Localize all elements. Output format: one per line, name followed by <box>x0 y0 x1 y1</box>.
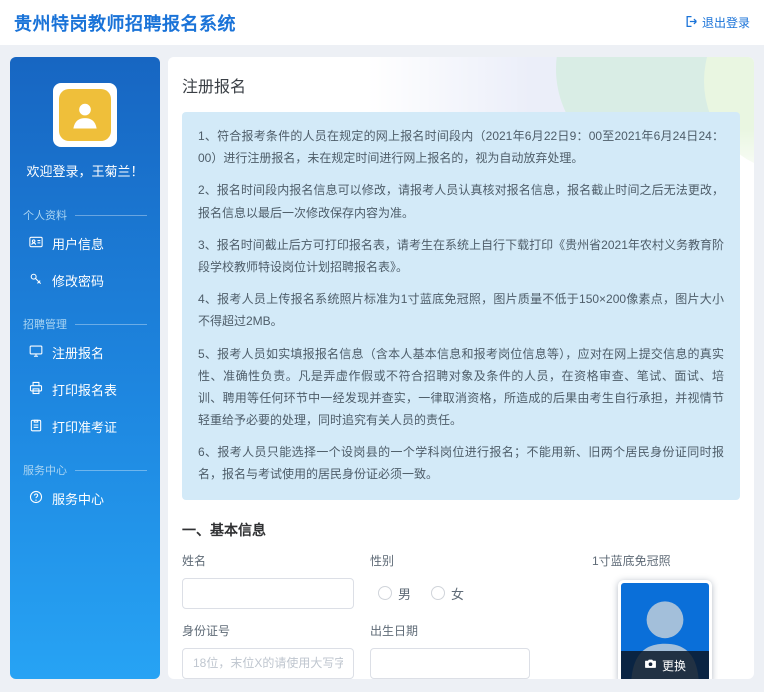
photo-preview[interactable]: 更换 <box>618 580 712 679</box>
sidebar-item-label: 打印报名表 <box>52 380 117 399</box>
nav-section-recruit: 招聘管理 注册报名 打印报名表 打印准考证 <box>23 316 147 443</box>
id-number-input[interactable] <box>182 648 354 679</box>
nav-section-label: 个人资料 <box>23 207 147 223</box>
photo-column: 1寸蓝底免冠照 更换 <box>592 552 752 679</box>
sidebar-item-service-center[interactable]: 服务中心 <box>23 482 147 515</box>
id-number-label: 身份证号 <box>182 622 370 639</box>
id-number-field-group: 身份证号 <box>182 622 370 679</box>
main-panel: 注册报名 1、符合报考条件的人员在规定的网上报名时间段内（2021年6月22日9… <box>168 57 754 679</box>
gender-radio-male[interactable]: 男 <box>378 584 411 603</box>
nav-section-profile: 个人资料 用户信息 修改密码 <box>23 207 147 297</box>
sidebar: 欢迎登录，王菊兰！ 个人资料 用户信息 修改密码 招聘管理 注册报名 <box>10 57 160 679</box>
gender-label: 性别 <box>370 552 570 569</box>
printer-icon <box>29 381 43 398</box>
notice-paragraph: 1、符合报考条件的人员在规定的网上报名时间段内（2021年6月22日9：00至2… <box>198 125 724 169</box>
nav-section-label: 招聘管理 <box>23 316 147 332</box>
notice-paragraph: 6、报考人员只能选择一个设岗县的一个学科岗位进行报名；不能用新、旧两个居民身份证… <box>198 441 724 485</box>
notice-panel: 1、符合报考条件的人员在规定的网上报名时间段内（2021年6月22日9：00至2… <box>182 112 740 500</box>
name-input[interactable] <box>182 578 354 609</box>
id-card-icon <box>29 235 43 252</box>
sidebar-item-label: 用户信息 <box>52 234 104 253</box>
photo-replace-button[interactable]: 更换 <box>621 651 709 679</box>
badge-icon <box>29 418 43 435</box>
name-label: 姓名 <box>182 552 370 569</box>
sidebar-item-label: 注册报名 <box>52 343 104 362</box>
avatar-person-icon <box>59 89 111 141</box>
gender-field-group: 性别 男 女 <box>370 552 570 609</box>
section-title-basic-info: 一、基本信息 <box>182 520 740 540</box>
sidebar-item-label: 修改密码 <box>52 271 104 290</box>
radio-circle-icon <box>431 586 445 600</box>
sidebar-item-change-password[interactable]: 修改密码 <box>23 264 147 297</box>
nav-section-label: 服务中心 <box>23 462 147 478</box>
birth-date-label: 出生日期 <box>370 622 570 639</box>
monitor-icon <box>29 344 43 361</box>
key-icon <box>29 272 43 289</box>
nav-section-service: 服务中心 服务中心 <box>23 462 147 515</box>
sidebar-item-label: 打印准考证 <box>52 417 117 436</box>
sidebar-item-user-info[interactable]: 用户信息 <box>23 227 147 260</box>
birth-date-field-group: 出生日期 <box>370 622 570 679</box>
avatar <box>53 83 117 147</box>
radio-circle-icon <box>378 586 392 600</box>
photo-label: 1寸蓝底免冠照 <box>592 552 752 569</box>
sidebar-item-label: 服务中心 <box>52 489 104 508</box>
sidebar-item-print-ticket[interactable]: 打印准考证 <box>23 410 147 443</box>
logout-label: 退出登录 <box>702 14 750 31</box>
notice-paragraph: 5、报考人员如实填报报名信息（含本人基本信息和报考岗位信息等），应对在网上提交信… <box>198 343 724 432</box>
logout-icon <box>685 15 698 31</box>
app-title: 贵州特岗教师招聘报名系统 <box>14 10 236 36</box>
page: 贵州特岗教师招聘报名系统 退出登录 欢迎登录，王菊兰！ 个人资料 用户信息 <box>0 0 764 692</box>
page-title: 注册报名 <box>182 73 740 97</box>
question-icon <box>29 490 43 507</box>
name-field-group: 姓名 <box>182 552 370 609</box>
camera-icon <box>644 657 657 675</box>
notice-paragraph: 2、报名时间段内报名信息可以修改，请报考人员认真核对报名信息，报名截止时间之后无… <box>198 179 724 223</box>
birth-date-input[interactable] <box>370 648 530 679</box>
notice-paragraph: 3、报名时间截止后方可打印报名表，请考生在系统上自行下载打印《贵州省2021年农… <box>198 234 724 278</box>
gender-radio-female[interactable]: 女 <box>431 584 464 603</box>
basic-info-form: 姓名 性别 男 女 身份证号 <box>182 552 740 679</box>
sidebar-item-register[interactable]: 注册报名 <box>23 336 147 369</box>
top-header: 贵州特岗教师招聘报名系统 退出登录 <box>0 0 764 45</box>
logout-button[interactable]: 退出登录 <box>685 14 750 31</box>
notice-paragraph: 4、报考人员上传报名系统照片标准为1寸蓝底免冠照，图片质量不低于150×200像… <box>198 288 724 332</box>
welcome-text: 欢迎登录，王菊兰！ <box>10 161 160 180</box>
sidebar-item-print-form[interactable]: 打印报名表 <box>23 373 147 406</box>
sidebar-nav: 个人资料 用户信息 修改密码 招聘管理 注册报名 打印报名表 <box>10 180 160 515</box>
